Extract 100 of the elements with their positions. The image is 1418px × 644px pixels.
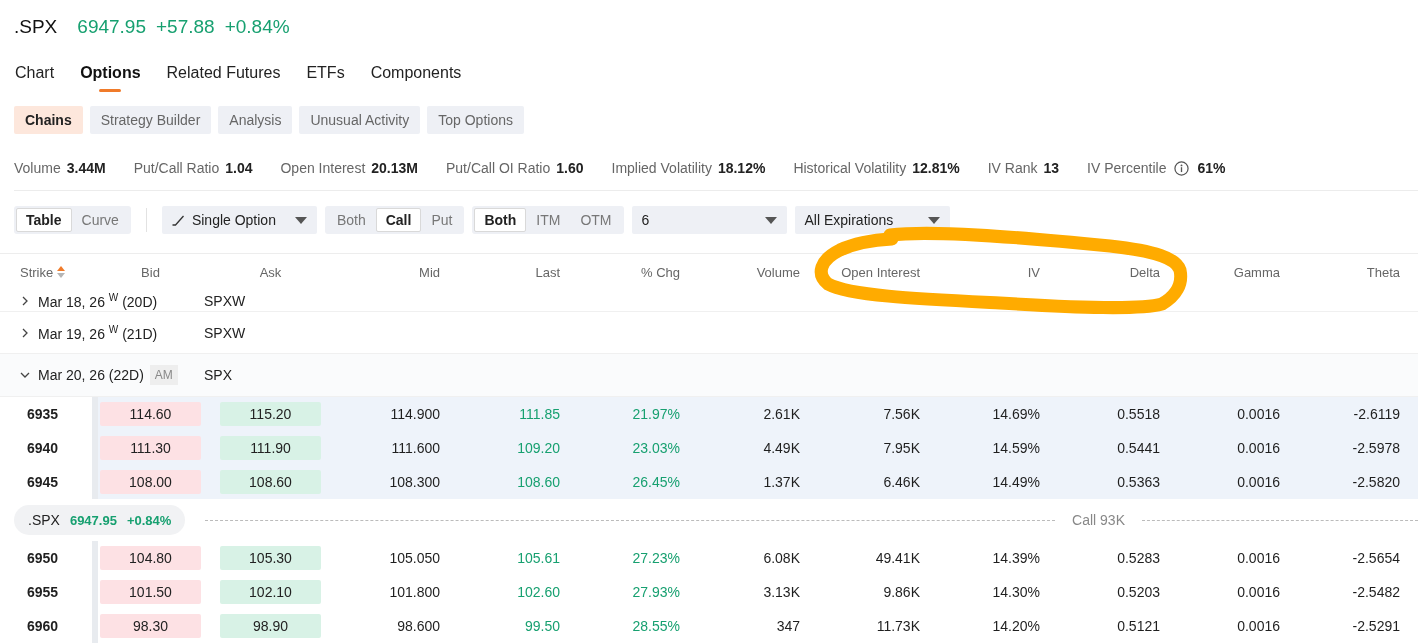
tab[interactable]: Chart [15,60,55,92]
subtab[interactable]: Strategy Builder [89,106,212,134]
bid-price[interactable]: 111.30 [100,436,201,460]
table-cell: 0.5441 [1117,440,1160,456]
table-cell: 28.55% [632,618,680,634]
table-cell: -2.6119 [1353,406,1400,422]
table-cell: 1.37K [763,474,800,490]
column-header: Bid [141,264,160,280]
stat-label: Implied Volatility [611,160,712,176]
chevron-right-icon[interactable] [20,295,30,306]
table-cell: 7.95K [883,440,920,456]
price-change: +57.88 [156,16,215,38]
table-cell: 27.93% [632,584,680,600]
subtab[interactable]: Chains [14,106,83,134]
tab[interactable]: ETFs [306,60,345,92]
option-root: SPXW [204,292,246,309]
underlying-symbol: .SPX [28,512,60,528]
sort-icon[interactable] [57,266,66,278]
tab[interactable]: Components [370,60,462,92]
table-cell: 0.0016 [1237,584,1280,600]
strike-price: 6935 [27,406,59,422]
table-cell: 99.50 [524,618,560,634]
segment-button[interactable]: OTM [570,208,622,232]
ask-price[interactable]: 102.10 [220,580,321,604]
segment-button[interactable]: Both [474,208,527,232]
strike-price: 6960 [27,618,59,634]
table-cell: 27.23% [632,550,680,566]
tab[interactable]: Options [80,60,141,92]
expiry-date[interactable]: Mar 18, 26 $^{W}$ (20D) [38,291,158,310]
subtab[interactable]: Unusual Activity [299,106,421,134]
column-header: Theta [1366,264,1400,280]
segment-button[interactable]: Table [16,208,72,232]
table-cell: 108.300 [389,474,440,490]
bid-price[interactable]: 104.80 [100,546,201,570]
call-volume-label: Call 93K [1072,512,1125,528]
bid-price[interactable]: 101.50 [100,580,201,604]
strike-price: 6950 [27,550,59,566]
column-header: IV [1027,264,1040,280]
table-cell: 3.13K [763,584,800,600]
strike-price: 6940 [27,440,59,456]
table-cell: -2.5820 [1352,474,1400,490]
expiry-date[interactable]: Mar 20, 26 (22D) [38,367,144,383]
stat-value: 20.13M [371,160,418,176]
table-cell: 0.5363 [1117,474,1160,490]
expiry-date[interactable]: Mar 19, 26 $^{W}$ (21D) [38,323,158,342]
ask-price[interactable]: 105.30 [220,546,321,570]
table-cell: -2.5978 [1352,440,1400,456]
table-cell: 98.600 [397,618,440,634]
ask-price[interactable]: 111.90 [220,436,321,460]
underlying-price: 6947.95 [69,512,117,528]
strikes-dropdown[interactable]: 6 [631,206,787,234]
ask-price[interactable]: 108.60 [220,470,321,494]
segment-button[interactable]: ITM [526,208,571,232]
table-cell: 347 [776,618,800,634]
last-price: 6947.95 [77,16,146,38]
subtab[interactable]: Analysis [218,106,293,134]
table-cell: 111.85 [519,406,560,422]
column-header: Open Interest [841,264,920,280]
stat-label: Put/Call OI Ratio [446,160,551,176]
table-cell: 108.60 [517,474,560,490]
chevron-right-icon[interactable] [20,327,30,338]
info-icon[interactable] [1174,160,1190,176]
stat-value: 18.12% [717,160,766,176]
stat-value: 13 [1043,160,1060,176]
stat-value: 1.04 [225,160,253,176]
segment-button[interactable]: Put [421,208,463,232]
table-cell: 0.5518 [1117,406,1160,422]
subtab[interactable]: Top Options [427,106,524,134]
stat-value: 12.81% [912,160,960,176]
table-cell: 14.30% [992,584,1040,600]
expiration-dropdown[interactable]: All Expirations [794,206,950,234]
strike-price: 6955 [27,584,59,600]
table-cell: 111.600 [391,440,440,456]
table-cell: 102.60 [517,584,560,600]
chevron-down-icon[interactable] [20,370,30,380]
bid-price[interactable]: 98.30 [100,614,201,638]
table-cell: 114.900 [390,406,440,422]
table-cell: 9.86K [883,584,920,600]
column-header[interactable]: Strike [20,264,54,280]
segment-button[interactable]: Call [375,208,422,232]
segment-button[interactable]: Curve [71,208,129,232]
table-cell: 0.0016 [1237,440,1280,456]
table-cell: 21.97% [632,406,680,422]
table-cell: 14.39% [992,550,1040,566]
table-cell: 2.61K [763,406,800,422]
table-cell: 0.0016 [1237,406,1280,422]
ask-price[interactable]: 115.20 [220,402,321,426]
bid-price[interactable]: 114.60 [100,402,201,426]
table-cell: 49.41K [875,550,920,566]
stat-value: 3.44M [66,160,106,176]
ask-price[interactable]: 98.90 [220,614,321,638]
bid-price[interactable]: 108.00 [100,470,201,494]
stat-label: IV Percentile [1087,160,1167,176]
stat-label: Volume [14,160,61,176]
strategy-dropdown[interactable]: Single Option [161,206,317,234]
segment-button[interactable]: Both [326,208,376,232]
table-cell: -2.5654 [1352,550,1400,566]
tab[interactable]: Related Futures [166,60,281,92]
table-cell: 4.49K [763,440,800,456]
table-cell: 105.61 [517,550,560,566]
